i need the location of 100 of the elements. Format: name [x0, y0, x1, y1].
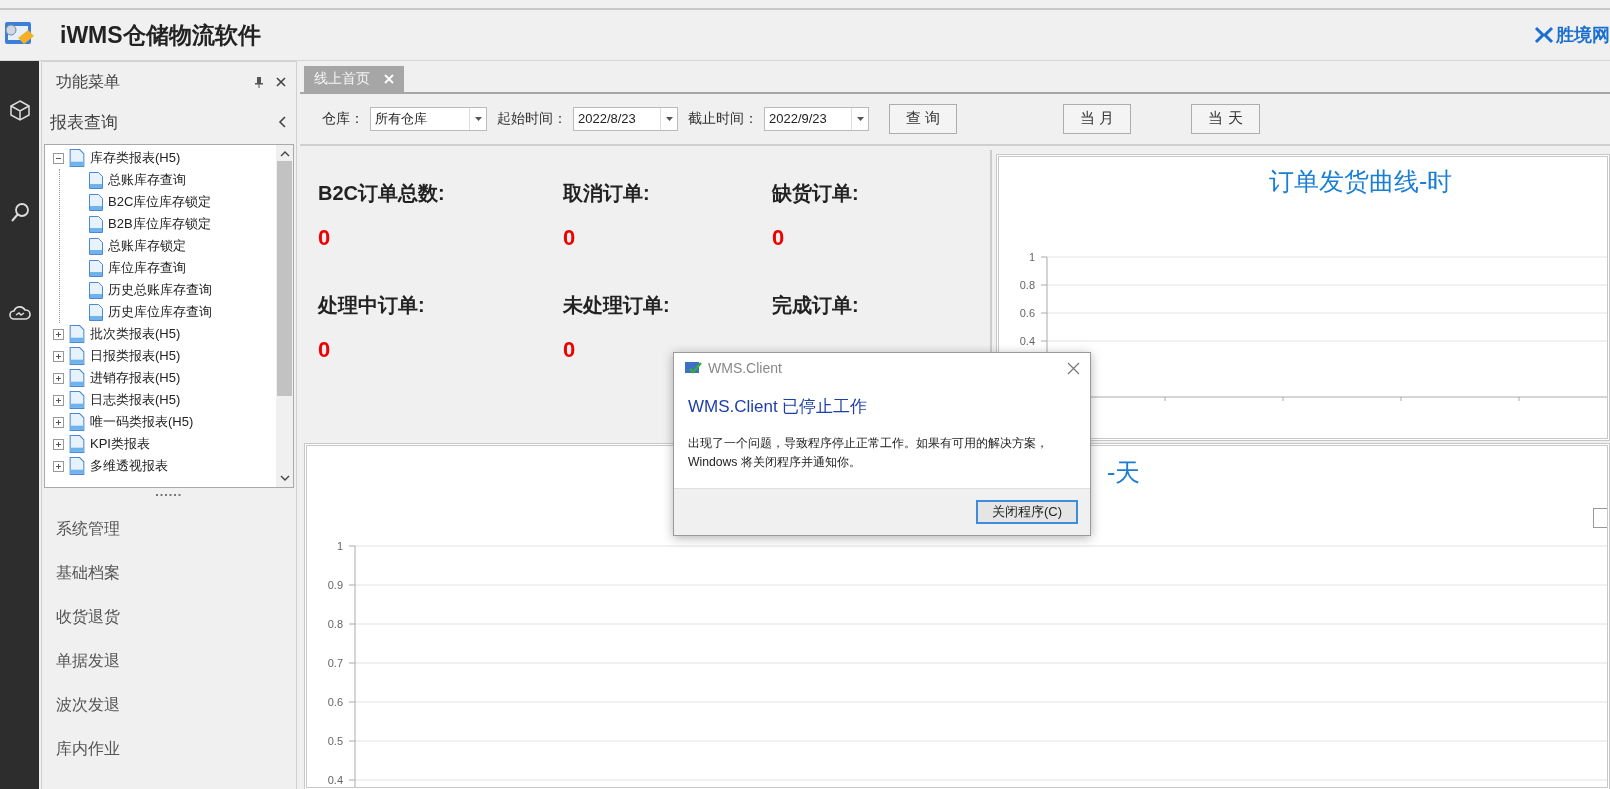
- axis-tick-label: 0.6: [1019, 306, 1035, 319]
- stat-value: 0: [563, 336, 577, 363]
- expand-icon[interactable]: [53, 460, 64, 472]
- date-field[interactable]: 2022/8/23: [573, 106, 678, 131]
- collapse-icon[interactable]: [53, 152, 64, 164]
- stat-value: 0: [563, 224, 577, 251]
- dropdown-icon[interactable]: [665, 116, 673, 121]
- stat-value: 0: [318, 224, 332, 251]
- axis-tick-label: 0.8: [327, 618, 343, 631]
- close-icon[interactable]: [276, 77, 286, 87]
- axis-tick-label: 1: [336, 540, 343, 553]
- box-icon[interactable]: [8, 99, 31, 121]
- scroll-down-icon[interactable]: [279, 473, 290, 483]
- field-label: 仓库：: [322, 109, 364, 128]
- resize-grip-icon[interactable]: [156, 494, 182, 497]
- tree-item[interactable]: 多维透视报表: [90, 457, 168, 475]
- app-title: iWMS仓储物流软件: [60, 20, 261, 50]
- expand-icon[interactable]: [53, 372, 64, 384]
- document-icon: [88, 214, 104, 234]
- document-icon: [88, 236, 104, 256]
- axis-tick-label: 0.4: [327, 774, 343, 787]
- dropdown-field[interactable]: 所有仓库: [370, 106, 487, 131]
- axis-tick-label: 0.4: [1019, 334, 1035, 347]
- tree-item[interactable]: 总账库存查询: [108, 171, 186, 189]
- document-icon: [88, 192, 104, 212]
- document-icon: [68, 412, 86, 432]
- axis-tick-label: 0.7: [327, 657, 343, 670]
- axis-tick-label: 0.8: [1019, 278, 1035, 291]
- menu-item[interactable]: 收货退货: [56, 606, 120, 628]
- axis-tick-label: 0.9: [327, 579, 343, 592]
- field-label: 截止时间：: [688, 109, 758, 128]
- app-icon: [684, 360, 702, 376]
- menu-item[interactable]: 库内作业: [56, 738, 120, 760]
- tree-item[interactable]: B2B库位库存锁定: [108, 215, 211, 233]
- stat-label: 处理中订单:: [318, 292, 426, 318]
- chart-title: -天: [1107, 458, 1141, 487]
- pin-icon[interactable]: [254, 76, 264, 88]
- cloud-icon[interactable]: [7, 303, 32, 323]
- tree-item[interactable]: 批次类报表(H5): [90, 325, 181, 343]
- close-program-button[interactable]: 关闭程序(C): [975, 499, 1078, 524]
- scrollbar[interactable]: [276, 145, 293, 487]
- tree-item[interactable]: KPI类报表: [90, 435, 150, 453]
- stat-label: 取消订单:: [563, 180, 651, 206]
- tree-item[interactable]: 进销存报表(H5): [90, 369, 181, 387]
- stat-label: 未处理订单:: [563, 292, 671, 318]
- menu-item[interactable]: 系统管理: [56, 518, 120, 540]
- dialog-heading: WMS.Client 已停止工作: [687, 396, 869, 418]
- tree-item[interactable]: 历史库位库存查询: [108, 303, 212, 321]
- menu-item[interactable]: 波次发退: [56, 694, 120, 716]
- section-title[interactable]: 报表查询: [50, 110, 278, 134]
- axis-tick-label: 0.5: [327, 735, 343, 748]
- action-button[interactable]: 当 天: [1191, 103, 1260, 134]
- date-field[interactable]: 2022/9/23: [764, 106, 869, 131]
- dialog-message: 出现了一个问题，导致程序停止正常工作。如果有可用的解决方案，Windows 将关闭程序并通知你。: [687, 435, 1049, 471]
- chevron-left-icon[interactable]: [278, 116, 286, 128]
- action-button[interactable]: 当 月: [1063, 103, 1132, 134]
- document-icon: [68, 368, 86, 388]
- document-icon: [88, 258, 104, 278]
- tree-item[interactable]: 总账库存锁定: [108, 237, 186, 255]
- tree-item[interactable]: 库存类报表(H5): [90, 149, 181, 167]
- brand-name: 胜境网: [1556, 24, 1610, 47]
- brand-logo-icon: [1534, 26, 1554, 44]
- field-label: 起始时间：: [497, 109, 567, 128]
- panel-title: 功能菜单: [56, 71, 121, 92]
- document-icon: [88, 302, 104, 322]
- stat-label: 缺货订单:: [772, 180, 860, 206]
- menu-item[interactable]: 单据发退: [56, 650, 120, 672]
- action-button[interactable]: 查 询: [889, 103, 958, 134]
- expand-icon[interactable]: [53, 438, 64, 450]
- expand-icon[interactable]: [53, 394, 64, 406]
- menu-item[interactable]: 基础档案: [56, 562, 120, 584]
- stat-label: B2C订单总数:: [318, 180, 446, 206]
- tree-item[interactable]: 日报类报表(H5): [90, 347, 181, 365]
- document-icon: [68, 346, 86, 366]
- search-icon[interactable]: [8, 201, 31, 223]
- stat-label: 完成订单:: [772, 292, 860, 318]
- tree-item[interactable]: B2C库位库存锁定: [108, 193, 212, 211]
- document-icon: [68, 456, 86, 476]
- tree-item[interactable]: 唯一码类报表(H5): [90, 413, 194, 431]
- dropdown-icon[interactable]: [474, 116, 482, 121]
- document-icon: [68, 148, 86, 168]
- document-icon: [68, 434, 86, 454]
- scroll-up-icon[interactable]: [279, 149, 290, 159]
- axis-tick-label: 0.6: [327, 696, 343, 709]
- expand-icon[interactable]: [53, 350, 64, 362]
- document-icon: [88, 280, 104, 300]
- dialog-title: WMS.Client: [708, 360, 783, 376]
- expand-icon[interactable]: [53, 328, 64, 340]
- stat-value: 0: [318, 336, 332, 363]
- document-icon: [68, 324, 86, 344]
- axis-tick-label: 1: [1028, 250, 1035, 263]
- legend-box: [1593, 508, 1607, 529]
- close-icon[interactable]: [1067, 361, 1080, 375]
- document-icon: [88, 170, 104, 190]
- stat-value: 0: [772, 224, 786, 251]
- tree-item[interactable]: 日志类报表(H5): [90, 391, 181, 409]
- expand-icon[interactable]: [53, 416, 64, 428]
- dropdown-icon[interactable]: [856, 116, 864, 121]
- tree-item[interactable]: 库位库存查询: [108, 259, 186, 277]
- tree-item[interactable]: 历史总账库存查询: [108, 281, 212, 299]
